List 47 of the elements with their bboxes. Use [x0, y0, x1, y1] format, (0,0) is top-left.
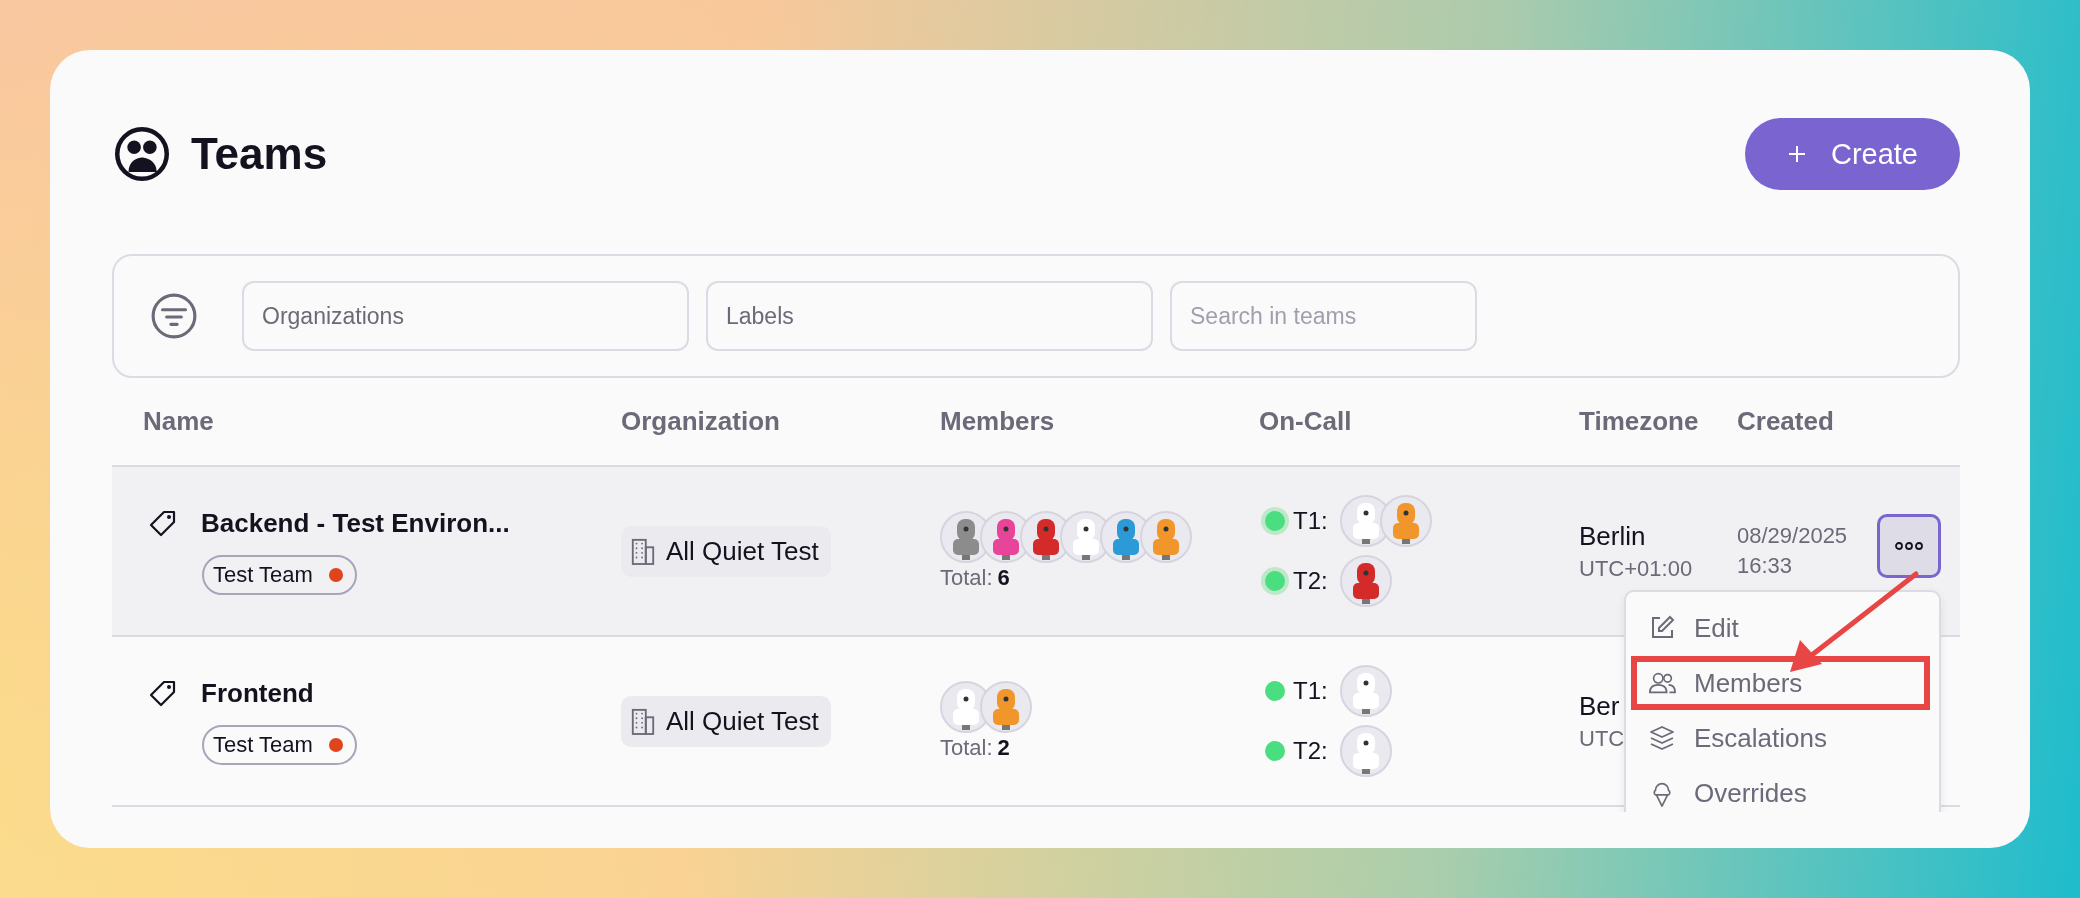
organizations-field[interactable]: Organizations [242, 281, 689, 351]
total-label: Total: [940, 735, 993, 760]
organization-name: All Quiet Test [666, 535, 819, 567]
robot-avatar [1339, 555, 1392, 607]
robot-avatar [980, 681, 1032, 733]
team-name[interactable]: Backend - Test Environ... [201, 507, 510, 539]
labels-field[interactable]: Labels [706, 281, 1153, 351]
column-header: Created [1737, 406, 1835, 437]
organization-name: All Quiet Test [666, 705, 819, 737]
created-date: 08/29/2025 [1737, 523, 1848, 549]
menu-item[interactable]: Members [1634, 659, 1927, 707]
robot-avatar [1379, 495, 1432, 547]
plus-icon [1786, 144, 1807, 164]
tier-label: T1: [1293, 507, 1328, 535]
filter-icon[interactable] [150, 292, 198, 340]
column-header: Timezone [1579, 406, 1700, 437]
column-header: On-Call [1259, 406, 1353, 437]
building-icon [630, 706, 656, 736]
robot-avatar [1140, 511, 1192, 563]
more-button[interactable] [1877, 514, 1941, 578]
column-header: Organization [621, 406, 781, 437]
page-title: Teams [191, 129, 328, 179]
create-button[interactable]: Create [1744, 118, 1960, 190]
total-label: Total: [940, 565, 993, 590]
timezone-offset: UTC [1579, 725, 1625, 752]
team-icon [115, 127, 169, 181]
total-count: 2 [997, 735, 1010, 760]
created-time: 16:33 [1737, 553, 1793, 579]
column-header: Name [143, 406, 215, 437]
robot-avatar [1339, 665, 1392, 717]
search-field[interactable]: Search in teams [1170, 281, 1477, 351]
tier-label: T1: [1293, 677, 1328, 705]
layers-icon [1648, 724, 1676, 752]
label-text: Test Team [213, 562, 313, 588]
ellipsis-icon [1894, 541, 1924, 551]
building-icon [630, 536, 656, 566]
timezone-offset: UTC+01:00 [1579, 555, 1693, 582]
column-header: Members [940, 406, 1056, 437]
menu-item[interactable]: Escalations [1634, 714, 1927, 762]
timezone-city: Berlin [1579, 520, 1646, 552]
total-count: 6 [997, 565, 1010, 590]
team-name[interactable]: Frontend [201, 677, 314, 709]
tier-label: T2: [1293, 737, 1328, 765]
robot-avatar [1339, 725, 1392, 777]
label-text: Test Team [213, 732, 313, 758]
tier-label: T2: [1293, 567, 1328, 595]
timezone-city: Ber [1579, 690, 1620, 722]
